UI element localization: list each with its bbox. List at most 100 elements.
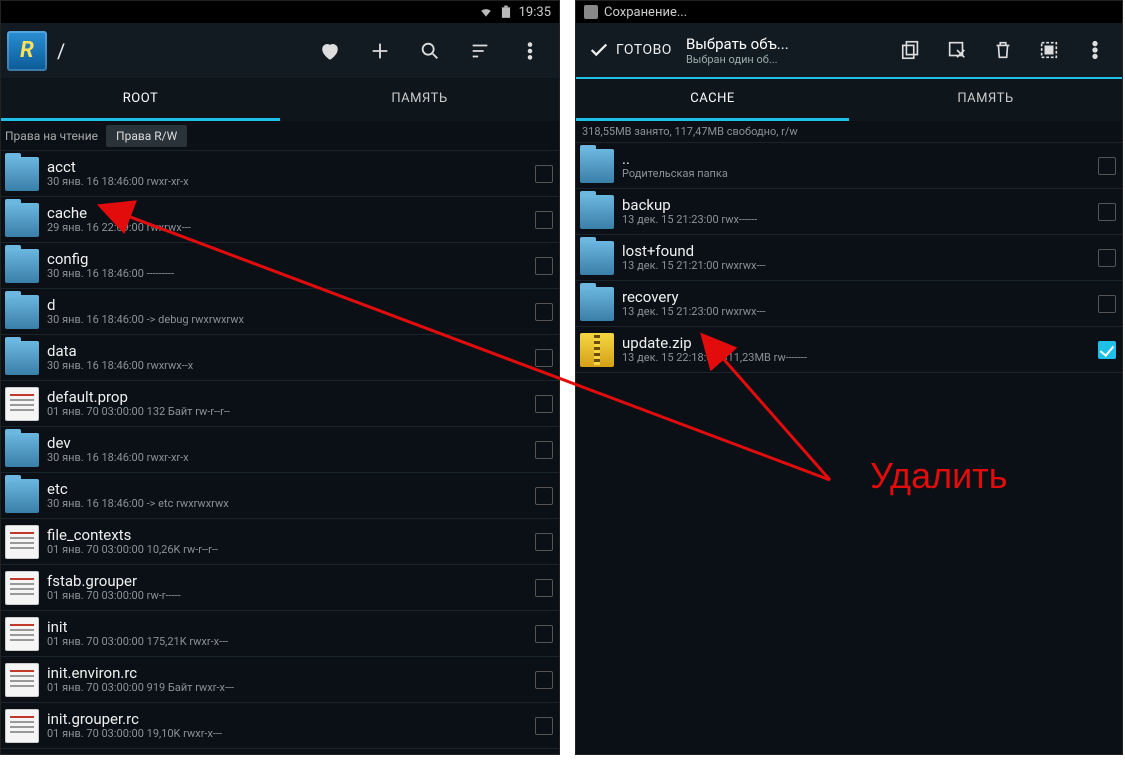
- add-button[interactable]: [357, 23, 403, 79]
- file-info: file_contexts01 янв. 70 03:00:00 10,26K …: [47, 527, 535, 557]
- file-name: data: [47, 343, 535, 360]
- file-meta: 13 дек. 15 21:23:00 rwx------: [622, 214, 1098, 227]
- file-checkbox[interactable]: [535, 395, 553, 413]
- toolbar: R /: [1, 23, 559, 79]
- file-list-left: acct30 янв. 16 18:46:00 rwxr-xr-xcache29…: [1, 151, 559, 755]
- file-row[interactable]: lost+found13 дек. 15 21:21:00 rwxrwx---: [576, 235, 1122, 281]
- file-info: lost+found13 дек. 15 21:21:00 rwxrwx---: [622, 243, 1098, 273]
- file-info: d30 янв. 16 18:46:00 -> debug rwxrwxrwx: [47, 297, 535, 327]
- file-name: cache: [47, 205, 535, 222]
- select-all-button[interactable]: [1026, 22, 1072, 78]
- file-info: dev30 янв. 16 18:46:00 rwxr-xr-x: [47, 435, 535, 465]
- tab-root[interactable]: ROOT: [1, 79, 280, 121]
- status-bar: 19:35: [1, 1, 559, 23]
- perm-rw-button[interactable]: Права R/W: [106, 125, 187, 147]
- file-checkbox[interactable]: [535, 211, 553, 229]
- file-row[interactable]: backup13 дек. 15 21:23:00 rwx------: [576, 189, 1122, 235]
- more-icon: [1084, 39, 1106, 61]
- file-row[interactable]: init.grouper.rc01 янв. 70 03:00:00 19,10…: [1, 703, 559, 749]
- file-row[interactable]: fstab.grouper01 янв. 70 03:00:00 rw-r---…: [1, 565, 559, 611]
- battery-icon: [499, 5, 513, 19]
- file-checkbox[interactable]: [535, 579, 553, 597]
- search-button[interactable]: [407, 23, 453, 79]
- search-icon: [419, 40, 441, 62]
- status-time: 19:35: [519, 5, 551, 20]
- file-info: init.grouper.rc01 янв. 70 03:00:00 19,10…: [47, 711, 535, 741]
- file-row[interactable]: d30 янв. 16 18:46:00 -> debug rwxrwxrwx: [1, 289, 559, 335]
- cut-button[interactable]: [934, 22, 980, 78]
- file-meta: 30 янв. 16 18:46:00 rwxr-xr-x: [47, 452, 535, 465]
- file-name: config: [47, 251, 535, 268]
- tab-memory-right[interactable]: ПАМЯТЬ: [849, 79, 1122, 121]
- file-row[interactable]: init.environ.rc01 янв. 70 03:00:00 919 Б…: [1, 657, 559, 703]
- folder-icon: [580, 287, 614, 321]
- file-info: update.zip13 дек. 15 22:18:00 311,23MB r…: [622, 335, 1098, 365]
- file-row[interactable]: init.grouper.usb.rc: [1, 749, 559, 755]
- file-meta: 30 янв. 16 18:46:00 rwxr-xr-x: [47, 176, 535, 189]
- file-checkbox[interactable]: [1098, 295, 1116, 313]
- file-checkbox[interactable]: [535, 257, 553, 275]
- file-info: config30 янв. 16 18:46:00 ---------: [47, 251, 535, 281]
- app-icon[interactable]: R: [7, 31, 47, 71]
- overflow-button-right[interactable]: [1072, 22, 1118, 78]
- sort-button[interactable]: [457, 23, 503, 79]
- sort-icon: [469, 40, 491, 62]
- file-checkbox[interactable]: [535, 303, 553, 321]
- file-row[interactable]: init01 янв. 70 03:00:00 175,21K rwxr-x--…: [1, 611, 559, 657]
- file-checkbox[interactable]: [535, 625, 553, 643]
- file-row[interactable]: data30 янв. 16 18:46:00 rwxrwx--x: [1, 335, 559, 381]
- copy-icon: [900, 39, 922, 61]
- file-row[interactable]: dev30 янв. 16 18:46:00 rwxr-xr-x: [1, 427, 559, 473]
- file-name: init.grouper.rc: [47, 711, 535, 728]
- file-meta: 30 янв. 16 18:46:00 -> debug rwxrwxrwx: [47, 314, 535, 327]
- favorite-button[interactable]: [307, 23, 353, 79]
- file-meta: 30 янв. 16 18:46:00 ---------: [47, 268, 535, 281]
- file-checkbox[interactable]: [535, 717, 553, 735]
- file-info: backup13 дек. 15 21:23:00 rwx------: [622, 197, 1098, 227]
- copy-button[interactable]: [888, 22, 934, 78]
- left-panel: 19:35 R / ROOT ПАМЯТЬ Права на чтение Пр…: [0, 0, 560, 755]
- current-path[interactable]: /: [51, 39, 65, 63]
- file-row[interactable]: update.zip13 дек. 15 22:18:00 311,23MB r…: [576, 327, 1122, 373]
- file-checkbox[interactable]: [535, 671, 553, 689]
- file-checkbox[interactable]: [535, 533, 553, 551]
- file-checkbox[interactable]: [535, 165, 553, 183]
- file-meta: Родительская папка: [622, 168, 1098, 181]
- file-checkbox[interactable]: [535, 349, 553, 367]
- perm-label: Права на чтение: [5, 129, 98, 143]
- file-checkbox[interactable]: [1098, 157, 1116, 175]
- selection-subtitle: Выбран один об...: [686, 53, 789, 66]
- delete-button[interactable]: [980, 22, 1026, 78]
- file-meta: 13 дек. 15 22:18:00 311,23MB rw-------: [622, 352, 1098, 365]
- overflow-button[interactable]: [507, 23, 553, 79]
- file-checkbox[interactable]: [1098, 341, 1116, 359]
- file-name: etc: [47, 481, 535, 498]
- tab-memory[interactable]: ПАМЯТЬ: [280, 79, 559, 121]
- file-checkbox[interactable]: [535, 441, 553, 459]
- tab-cache[interactable]: CACHE: [576, 79, 849, 121]
- file-row[interactable]: file_contexts01 янв. 70 03:00:00 10,26K …: [1, 519, 559, 565]
- file-checkbox[interactable]: [1098, 203, 1116, 221]
- file-row[interactable]: config30 янв. 16 18:46:00 ---------: [1, 243, 559, 289]
- file-info: etc30 янв. 16 18:46:00 -> etc rwxrwxrwx: [47, 481, 535, 511]
- file-name: lost+found: [622, 243, 1098, 260]
- file-info: ..Родительская папка: [622, 151, 1098, 181]
- file-row[interactable]: etc30 янв. 16 18:46:00 -> etc rwxrwxrwx: [1, 473, 559, 519]
- file-row[interactable]: recovery13 дек. 15 21:23:00 rwxrwx---: [576, 281, 1122, 327]
- file-row[interactable]: default.prop01 янв. 70 03:00:00 132 Байт…: [1, 381, 559, 427]
- file-icon: [5, 755, 39, 756]
- done-button[interactable]: ГОТОВО: [580, 39, 680, 61]
- file-row[interactable]: ..Родительская папка: [576, 143, 1122, 189]
- file-name: update.zip: [622, 335, 1098, 352]
- file-checkbox[interactable]: [1098, 249, 1116, 267]
- file-row[interactable]: acct30 янв. 16 18:46:00 rwxr-xr-x: [1, 151, 559, 197]
- file-row[interactable]: cache29 янв. 16 22:09:00 rwxrwx---: [1, 197, 559, 243]
- file-meta: 01 янв. 70 03:00:00 10,26K rw-r--r--: [47, 544, 535, 557]
- tabs-right: CACHE ПАМЯТЬ: [576, 79, 1122, 121]
- file-list-right: ..Родительская папка backup13 дек. 15 21:…: [576, 143, 1122, 373]
- file-meta: 01 янв. 70 03:00:00 919 Байт rwxr-x---: [47, 682, 535, 695]
- file-name: dev: [47, 435, 535, 452]
- selection-title-block: Выбрать объ... Выбран один об...: [680, 35, 795, 66]
- folder-icon: [5, 479, 39, 513]
- file-checkbox[interactable]: [535, 487, 553, 505]
